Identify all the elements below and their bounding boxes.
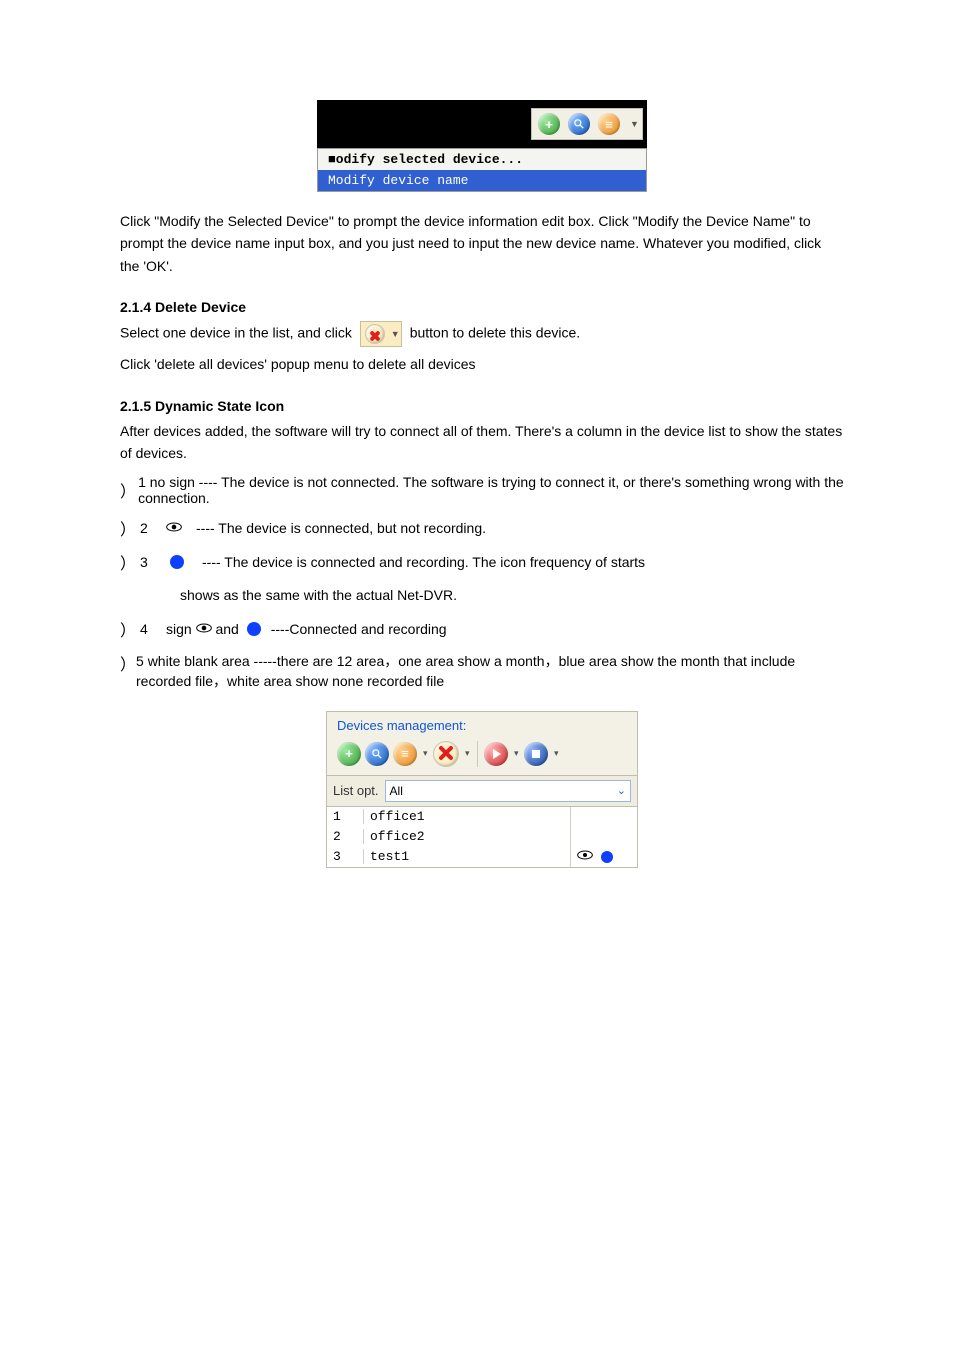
paragraph-delete-all: Click 'delete all devices' popup menu to… [120, 353, 844, 375]
device-row[interactable]: 1 office1 [327, 807, 637, 827]
delete-icon [365, 324, 385, 344]
row-state [570, 807, 637, 827]
heading-dynamic-state: 2.1.5 Dynamic State Icon [120, 398, 844, 414]
state-item-1: ） 1 no sign ---- The device is not conne… [120, 474, 844, 506]
modify-menu-illustration: + ≡ ▼ ■odify selected device... Modify d… [317, 100, 647, 192]
row-index: 1 [327, 809, 364, 824]
eye-icon [166, 520, 182, 536]
device-row[interactable]: 2 office2 [327, 827, 637, 847]
text-delete-after: button to delete this device. [410, 325, 580, 341]
paren-mark: ） [120, 617, 140, 641]
list-opt-label: List opt. [333, 783, 379, 798]
paren-mark: ） [120, 550, 140, 574]
paragraph-delete-line1: Select one device in the list, and click… [120, 321, 844, 347]
devices-toolbar: + ≡ ▾ ▾ ▾ ▾ [327, 737, 637, 775]
paren-mark: ） [120, 516, 140, 540]
state-item-4: ） 4 sign and ----Connected and recording [120, 617, 844, 641]
chevron-down-icon[interactable]: ▾ [463, 748, 471, 759]
row-state [570, 847, 637, 867]
device-rows: 1 office1 2 office2 3 test1 [327, 807, 637, 867]
row-index: 3 [327, 849, 364, 864]
list-opt-row: List opt. All ⌄ [327, 775, 637, 807]
paragraph-dynamic-intro: After devices added, the software will t… [120, 420, 844, 465]
chevron-down-icon: ⌄ [617, 784, 626, 797]
eye-icon [196, 621, 212, 637]
device-row[interactable]: 3 test1 [327, 847, 637, 867]
add-icon[interactable]: + [538, 113, 560, 135]
chevron-down-icon[interactable]: ▾ [512, 748, 520, 759]
state-item-3: ） 3 ---- The device is connected and rec… [120, 550, 844, 574]
row-state [570, 827, 637, 847]
state-item-3-cont: shows as the same with the actual Net-DV… [180, 584, 844, 606]
search-icon[interactable] [568, 113, 590, 135]
chevron-down-icon[interactable]: ▼ [628, 119, 636, 129]
record-dot-icon [247, 622, 261, 636]
toolbar-separator [477, 741, 478, 767]
state-item-5: ） 5 white blank area -----there are 12 a… [120, 651, 844, 691]
menu-item-modify-name[interactable]: Modify device name [318, 170, 646, 191]
stop-icon[interactable] [524, 742, 548, 766]
record-dot-icon [601, 851, 613, 863]
list-opt-value: All [390, 784, 403, 798]
toolbar-icon-group: + ≡ ▼ [531, 108, 643, 140]
delete-button-inline[interactable]: ▼ [360, 321, 402, 347]
add-icon[interactable]: + [337, 742, 361, 766]
eye-icon [577, 849, 593, 865]
row-name: office1 [364, 809, 570, 824]
paren-mark: ） [120, 651, 136, 675]
chevron-down-icon: ▼ [385, 327, 397, 341]
paren-mark: ） [120, 478, 138, 502]
row-name: office2 [364, 829, 570, 844]
state-item-1-text: 1 no sign ---- The device is not connect… [138, 474, 844, 506]
menu-item-modify-selected[interactable]: ■odify selected device... [318, 149, 646, 170]
paragraph-modify-explain: Click "Modify the Selected Device" to pr… [120, 210, 844, 277]
delete-icon[interactable] [433, 741, 459, 767]
modify-dropdown-menu: ■odify selected device... Modify device … [317, 148, 647, 192]
edit-icon[interactable]: ≡ [598, 113, 620, 135]
devices-management-label: Devices management: [327, 712, 637, 737]
row-name: test1 [364, 849, 570, 864]
record-dot-icon [170, 555, 184, 569]
devices-management-panel: Devices management: + ≡ ▾ ▾ ▾ ▾ List opt… [326, 711, 638, 868]
heading-delete-device: 2.1.4 Delete Device [120, 299, 844, 315]
toolbar-black-bg: + ≡ ▼ [317, 100, 647, 148]
chevron-down-icon[interactable]: ▾ [552, 748, 560, 759]
row-index: 2 [327, 829, 364, 844]
state-item-2: ） 2 ---- The device is connected, but no… [120, 516, 844, 540]
chevron-down-icon[interactable]: ▾ [421, 748, 429, 759]
play-icon[interactable] [484, 742, 508, 766]
text-delete-before: Select one device in the list, and click [120, 325, 356, 341]
list-opt-select[interactable]: All ⌄ [385, 780, 631, 802]
state-item-5-text: 5 white blank area -----there are 12 are… [136, 651, 844, 691]
edit-icon[interactable]: ≡ [393, 742, 417, 766]
state-item-4-text: ----Connected and recording [271, 621, 447, 637]
state-item-2-text: ---- The device is connected, but not re… [196, 520, 486, 536]
state-item-3-text: ---- The device is connected and recordi… [202, 554, 645, 570]
search-icon[interactable] [365, 742, 389, 766]
